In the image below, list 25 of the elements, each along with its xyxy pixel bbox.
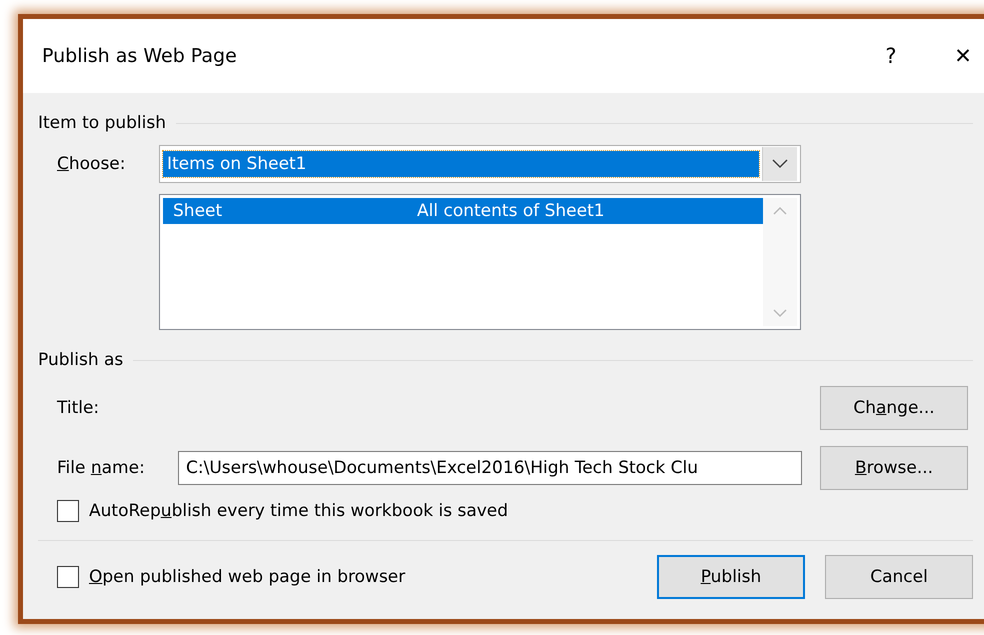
file-name-field[interactable]: C:\Users\whouse\Documents\Excel2016\High Tech Stock Clu <box>178 451 802 485</box>
close-button[interactable]: ✕ <box>931 31 984 81</box>
checkbox-label: AutoRepublish every time this workbook is saved <box>89 501 508 521</box>
browse-button[interactable]: Browse... <box>820 446 968 490</box>
chevron-down-icon <box>772 159 788 169</box>
change-button[interactable]: Change... <box>820 386 968 430</box>
cancel-button[interactable]: Cancel <box>825 555 973 599</box>
scrollbar[interactable] <box>763 198 797 326</box>
checkbox[interactable] <box>57 500 79 522</box>
publish-button[interactable]: Publish <box>657 555 805 599</box>
window-title: Publish as Web Page <box>42 45 238 67</box>
dropdown-value: Items on Sheet1 <box>163 151 759 177</box>
choose-dropdown[interactable]: Items on Sheet1 <box>159 145 801 183</box>
dropdown-button[interactable] <box>762 147 797 181</box>
scroll-up-icon <box>773 206 787 215</box>
section-heading: Item to publish <box>38 113 166 133</box>
checkbox[interactable] <box>57 566 79 588</box>
choose-label: Choose: <box>57 154 126 174</box>
file-name-label: File name: <box>57 458 146 478</box>
scroll-down-icon <box>773 309 787 318</box>
list-item[interactable]: Sheet All contents of Sheet1 <box>163 198 763 224</box>
help-button[interactable]: ? <box>859 31 923 81</box>
title-label: Title: <box>57 398 100 418</box>
checkbox-label: Open published web page in browser <box>89 567 406 587</box>
section-heading: Publish as <box>38 350 124 370</box>
